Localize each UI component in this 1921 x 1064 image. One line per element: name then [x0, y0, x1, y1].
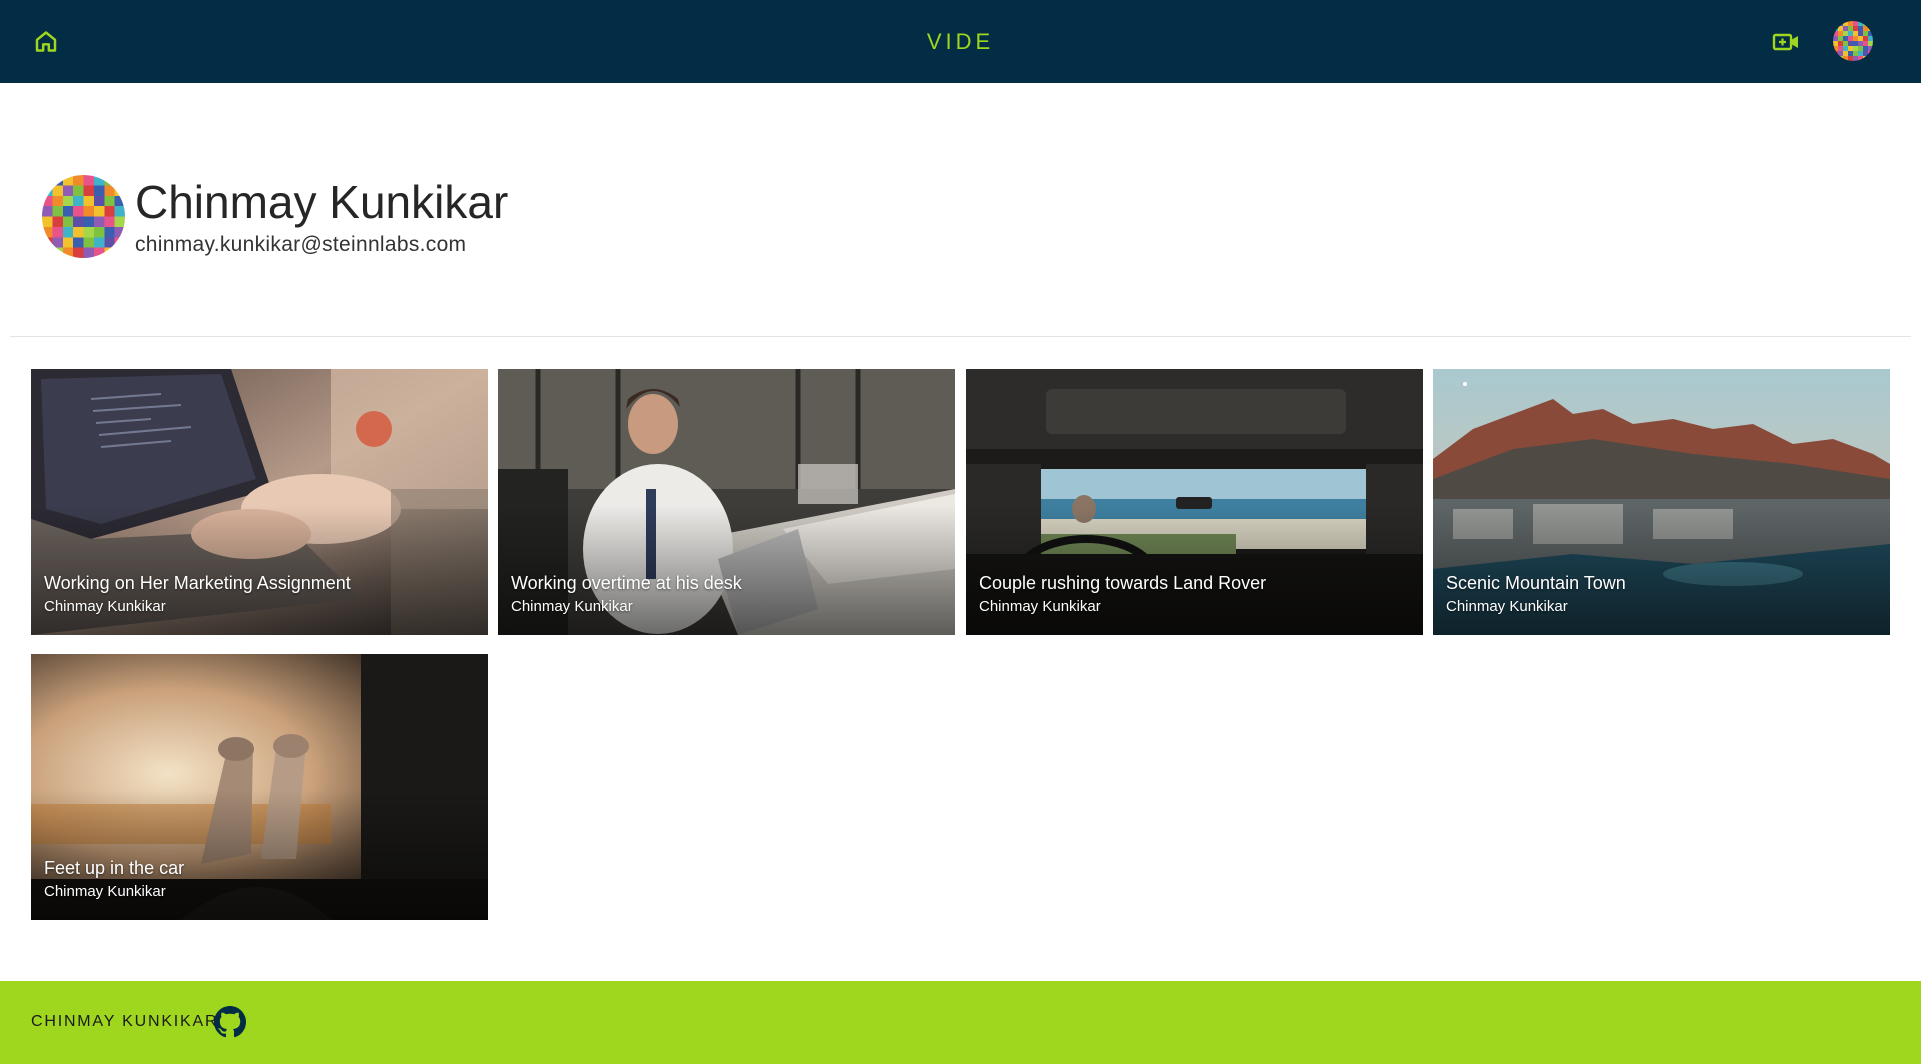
- video-card[interactable]: Working overtime at his desk Chinmay Kun…: [498, 369, 955, 635]
- github-link[interactable]: [214, 1006, 246, 1038]
- caption-scrim: [31, 505, 488, 635]
- video-title: Working on Her Marketing Assignment: [44, 573, 351, 593]
- video-author: Chinmay Kunkikar: [1446, 598, 1568, 615]
- app-brand-link[interactable]: VIDE: [927, 29, 994, 54]
- app-brand: VIDE: [0, 29, 1921, 55]
- footer-author-link[interactable]: CHINMAY KUNKIKAR: [31, 1013, 218, 1031]
- video-title: Scenic Mountain Town: [1446, 573, 1626, 593]
- video-card[interactable]: Feet up in the car Chinmay Kunkikar: [31, 654, 488, 920]
- profile-email: chinmay.kunkikar@steinnlabs.com: [135, 233, 467, 256]
- github-icon: [214, 1006, 246, 1038]
- home-button[interactable]: [31, 28, 61, 55]
- video-author: Chinmay Kunkikar: [511, 598, 633, 615]
- account-avatar-button[interactable]: [1833, 21, 1873, 61]
- video-title: Feet up in the car: [44, 858, 185, 878]
- profile-name: Chinmay Kunkikar: [135, 176, 509, 228]
- pixel-avatar-icon: [42, 175, 125, 258]
- upload-video-button[interactable]: [1772, 30, 1800, 54]
- video-card[interactable]: Scenic Mountain Town Chinmay Kunkikar: [1433, 369, 1890, 635]
- caption-scrim: [31, 790, 488, 920]
- video-author: Chinmay Kunkikar: [979, 598, 1101, 615]
- home-icon: [35, 31, 57, 52]
- video-title: Couple rushing towards Land Rover: [979, 573, 1267, 593]
- caption-scrim: [498, 505, 955, 635]
- page-footer: CHINMAY KUNKIKAR: [0, 981, 1921, 1064]
- video-card[interactable]: Couple rushing towards Land Rover Chinma…: [966, 369, 1423, 635]
- caption-scrim: [1433, 505, 1890, 635]
- section-divider: [10, 336, 1911, 337]
- profile-avatar: [42, 175, 125, 258]
- video-card[interactable]: Working on Her Marketing Assignment Chin…: [31, 369, 488, 635]
- video-add-icon: [1772, 33, 1798, 51]
- top-app-bar: VIDE: [0, 0, 1921, 83]
- video-author: Chinmay Kunkikar: [44, 883, 166, 900]
- caption-scrim: [966, 505, 1423, 635]
- video-author: Chinmay Kunkikar: [44, 598, 166, 615]
- video-title: Working overtime at his desk: [511, 573, 742, 593]
- pixel-avatar-icon: [1833, 21, 1873, 61]
